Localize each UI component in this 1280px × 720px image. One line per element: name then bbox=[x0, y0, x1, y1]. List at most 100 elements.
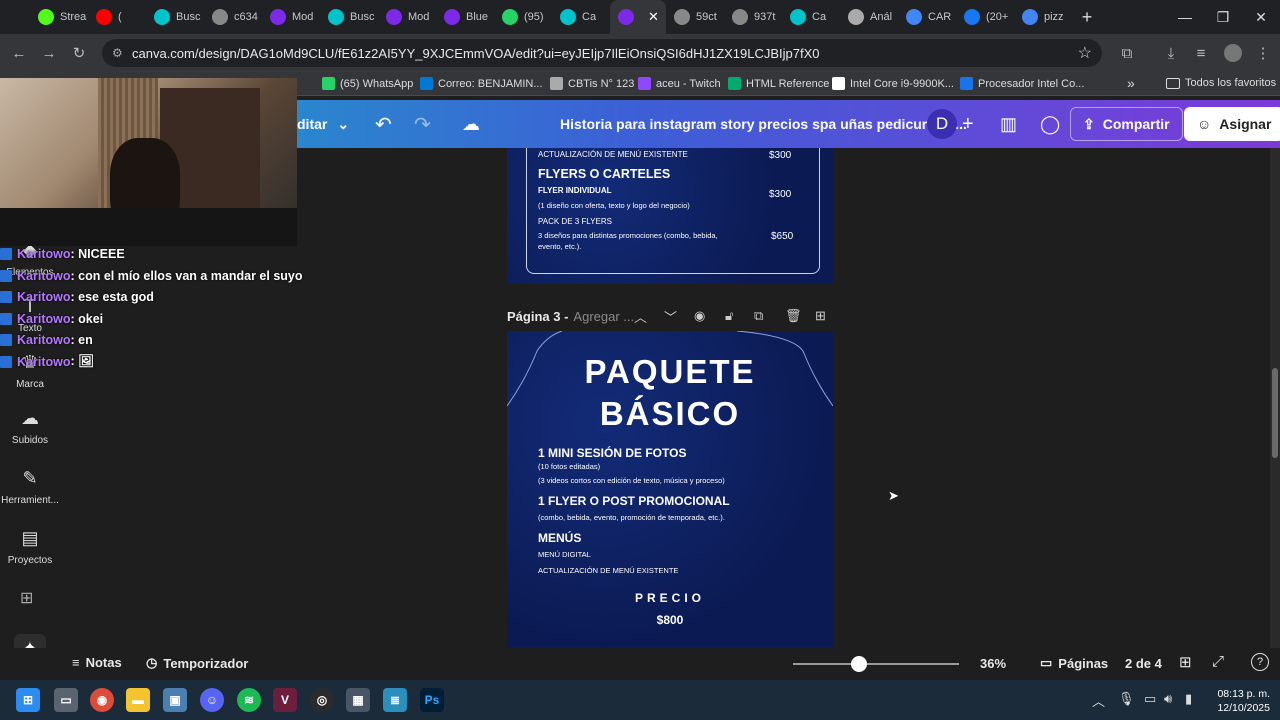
browser-tab[interactable]: 937t bbox=[724, 0, 782, 34]
add-collaborator-icon[interactable]: + bbox=[962, 100, 974, 148]
edit-menu-button[interactable]: ditar ⌄ bbox=[297, 100, 349, 148]
bookmark-item[interactable]: Intel Core i9-9900K... bbox=[832, 77, 954, 90]
bookmark-item[interactable]: Correo: BENJAMIN... bbox=[420, 77, 543, 90]
duplicate-icon[interactable]: ⧉ bbox=[754, 308, 763, 324]
extensions-icon[interactable]: ⧉ bbox=[1112, 45, 1142, 62]
reload-icon[interactable]: ↻ bbox=[64, 44, 94, 62]
timer-button[interactable]: ◷ Temporizador bbox=[146, 655, 248, 671]
bookmark-item[interactable]: aceu - Twitch bbox=[638, 77, 721, 90]
browser-tab[interactable]: Anál bbox=[840, 0, 898, 34]
tray-expand-icon[interactable]: ︿ bbox=[1092, 691, 1105, 710]
bookmark-item[interactable]: HTML Reference bbox=[728, 77, 829, 90]
file-explorer-icon[interactable]: ▬ bbox=[126, 688, 150, 712]
calculator-icon[interactable]: ▦ bbox=[346, 688, 370, 712]
zoom-slider-thumb[interactable] bbox=[851, 656, 868, 672]
photoshop-icon[interactable]: Ps bbox=[420, 688, 444, 712]
browser-tab[interactable]: Ca bbox=[552, 0, 610, 34]
browser-menu-icon[interactable]: ⋮ bbox=[1248, 44, 1278, 62]
site-info-icon[interactable]: ⚙ bbox=[112, 46, 123, 60]
comment-icon[interactable]: ◯ bbox=[1040, 100, 1060, 148]
clock[interactable]: 08:13 p. m. 12/10/2025 bbox=[1208, 687, 1270, 715]
minimize-button[interactable]: — bbox=[1166, 9, 1204, 25]
trash-icon[interactable]: 🗑︎ bbox=[785, 308, 802, 324]
browser-tab[interactable]: c634 bbox=[204, 0, 262, 34]
all-bookmarks-button[interactable]: Todos los favoritos bbox=[1166, 77, 1276, 89]
assign-button[interactable]: ☺ Asignar bbox=[1184, 100, 1280, 148]
close-window-button[interactable]: ✕ bbox=[1242, 9, 1280, 26]
zoom-slider[interactable] bbox=[793, 656, 959, 672]
notes-button[interactable]: ≡ Notas bbox=[72, 655, 122, 670]
page-title-input[interactable]: Agregar ... bbox=[573, 309, 634, 324]
downloads-icon[interactable]: ⤓ bbox=[1156, 45, 1186, 62]
browser-tab[interactable]: (95) bbox=[494, 0, 552, 34]
browser-tab[interactable]: Blue bbox=[436, 0, 494, 34]
maximize-button[interactable]: ❐ bbox=[1204, 9, 1242, 26]
cloud-saved-icon[interactable]: ☁ bbox=[462, 100, 480, 148]
obs-icon[interactable]: ◎ bbox=[310, 688, 334, 712]
browser-tab[interactable]: (20+ bbox=[956, 0, 1014, 34]
design-page-3[interactable]: PAQUETE BÁSICO 1 MINI SESIÓN DE FOTOS (1… bbox=[507, 331, 833, 647]
browser-tab[interactable]: Ca bbox=[782, 0, 840, 34]
hide-eye-icon[interactable]: ◉ bbox=[694, 308, 705, 324]
design-page-2[interactable]: ACTUALIZACIÓN DE MENÚ EXISTENTE $300 FLY… bbox=[507, 148, 833, 284]
chevron-up-icon[interactable]: ︿ bbox=[634, 307, 647, 326]
new-tab-button[interactable]: + bbox=[1072, 7, 1102, 28]
zoom-level[interactable]: 36% bbox=[980, 656, 1006, 671]
address-bar[interactable]: ⚙ canva.com/design/DAG1oMd9CLU/fE61z2AI5… bbox=[102, 39, 1102, 67]
share-button[interactable]: ⇪ Compartir bbox=[1070, 100, 1183, 148]
browser-tab[interactable]: pizz bbox=[1014, 0, 1072, 34]
chrome-taskbar-icon[interactable]: ◉ bbox=[90, 688, 114, 712]
apps-grid-icon[interactable]: ⊞ bbox=[20, 588, 33, 608]
help-icon[interactable]: ? bbox=[1251, 653, 1269, 671]
rail-item-proyectos[interactable]: ▤ Proyectos bbox=[0, 528, 60, 566]
rail-item-herramient[interactable]: ✎ Herramient... bbox=[0, 468, 60, 506]
tab-label: Ca bbox=[582, 11, 597, 23]
document-title[interactable]: Historia para instagram story precios sp… bbox=[560, 100, 967, 148]
browser-tab[interactable]: 59ct bbox=[666, 0, 724, 34]
volume-icon[interactable]: 🔊︎ bbox=[1164, 691, 1172, 707]
battery-icon[interactable]: ▮ bbox=[1185, 691, 1192, 707]
browser-tab[interactable]: ✕ bbox=[610, 0, 666, 34]
browser-tab[interactable]: Mod bbox=[262, 0, 320, 34]
fullscreen-icon[interactable]: ⤢ bbox=[1212, 653, 1224, 670]
photos-icon[interactable]: ▣ bbox=[163, 688, 187, 712]
avatar[interactable]: D bbox=[927, 100, 957, 148]
browser-tab[interactable]: Strea bbox=[30, 0, 88, 34]
spotify-icon[interactable]: ≋ bbox=[237, 688, 261, 712]
pages-button[interactable]: ▭ Páginas bbox=[1040, 655, 1108, 671]
back-arrow-icon[interactable]: ← bbox=[4, 45, 34, 62]
bookmark-item[interactable]: Procesador Intel Co... bbox=[960, 77, 1084, 90]
bookmark-item[interactable]: (65) WhatsApp bbox=[322, 77, 413, 90]
bookmark-item[interactable]: CBTis N° 123 bbox=[550, 77, 634, 90]
close-tab-icon[interactable]: ✕ bbox=[648, 9, 659, 25]
windows-start-icon[interactable]: ⊞ bbox=[16, 688, 40, 712]
redo-icon[interactable]: ↷ bbox=[414, 100, 431, 148]
insights-chart-icon[interactable]: ▥ bbox=[1000, 100, 1017, 148]
notepad-icon[interactable]: ≣ bbox=[383, 688, 407, 712]
browser-tab[interactable]: Mod bbox=[378, 0, 436, 34]
browser-tab-strip: Strea (Busc c634 Mod Busc Mod Blue (95) Ca ✕ 59ct 9… bbox=[0, 0, 1280, 34]
microphone-icon[interactable]: 🎙︎ bbox=[1118, 691, 1135, 707]
flyer-individual-desc: (1 diseño con oferta, texto y logo del n… bbox=[538, 201, 690, 210]
browser-tab[interactable]: Busc bbox=[320, 0, 378, 34]
media-control-icon[interactable]: ≡ bbox=[1186, 45, 1216, 62]
scrollbar-thumb[interactable] bbox=[1272, 368, 1278, 458]
discord-icon[interactable]: ☺ bbox=[200, 688, 224, 712]
forward-arrow-icon[interactable]: → bbox=[34, 45, 64, 62]
lock-icon[interactable]: 🔓︎ bbox=[725, 308, 733, 324]
more-bookmarks-button[interactable]: » bbox=[1127, 75, 1135, 91]
chevron-down-icon[interactable]: ﹀ bbox=[664, 307, 677, 326]
bookmark-star-icon[interactable]: ☆ bbox=[1078, 43, 1092, 63]
grid-view-icon[interactable]: ⊞ bbox=[1179, 653, 1192, 671]
rail-item-subidos[interactable]: ☁ Subidos bbox=[0, 408, 60, 446]
browser-tab[interactable]: CAR bbox=[898, 0, 956, 34]
browser-tab[interactable]: ( bbox=[88, 0, 146, 34]
task-view-icon[interactable]: ▭ bbox=[54, 688, 78, 712]
browser-tab[interactable]: Busc bbox=[146, 0, 204, 34]
undo-icon[interactable]: ↶ bbox=[375, 100, 392, 148]
profile-avatar[interactable] bbox=[1224, 44, 1242, 62]
app-taskbar-icon[interactable]: V bbox=[273, 688, 297, 712]
network-icon[interactable]: ▭ bbox=[1144, 691, 1156, 707]
vertical-scrollbar[interactable] bbox=[1270, 148, 1280, 648]
add-page-icon[interactable]: ⊞ bbox=[815, 308, 826, 324]
